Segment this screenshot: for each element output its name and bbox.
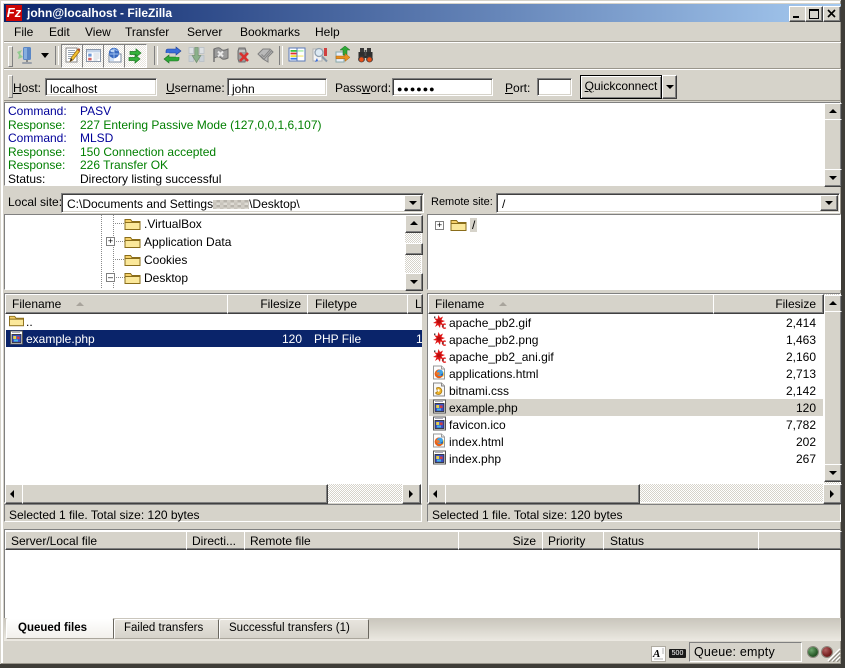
svg-text:A: A [652,648,660,660]
